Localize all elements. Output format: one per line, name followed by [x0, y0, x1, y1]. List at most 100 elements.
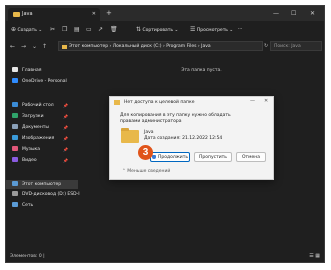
sidebar-item-label: Этот компьютер [22, 181, 62, 187]
sidebar-item-pictures[interactable]: Изображения [12, 135, 54, 143]
address-row: ← → ⌄ ↑ Этот компьютер › Локальный диск … [6, 39, 324, 54]
rename-icon[interactable]: ▭ [86, 25, 92, 34]
pin-icon: 📌 [63, 158, 68, 163]
dvd-icon [12, 191, 18, 196]
continue-button[interactable]: Продолжить [150, 152, 190, 162]
folder-date: Дата создания: 21.12.2022 12:54 [144, 136, 223, 141]
music-icon [12, 146, 18, 151]
sidebar-item-home[interactable]: Главная [12, 67, 41, 75]
tiles-view-icon[interactable]: ▦ [315, 253, 320, 259]
pin-icon: 📌 [63, 136, 68, 141]
continue-label: Продолжить [158, 155, 188, 160]
dialog-close-button[interactable]: ✕ [264, 98, 268, 104]
sidebar-item-label: Документы [22, 125, 49, 130]
view-button[interactable]: ☰ Просмотреть ⌄ [190, 25, 233, 34]
close-button[interactable]: ✕ [310, 6, 315, 21]
skip-button[interactable]: Пропустить [194, 152, 232, 162]
folder-icon [114, 100, 120, 105]
paste-icon[interactable]: ▤ [74, 25, 80, 34]
downloads-icon [12, 113, 18, 118]
empty-folder-text: Эта папка пуста. [181, 68, 222, 73]
sidebar-item-network[interactable]: Сеть [12, 202, 33, 210]
sidebar-item-label: Изображения [22, 136, 55, 141]
delete-icon[interactable]: 🗑 [110, 25, 118, 34]
folder-icon [13, 12, 20, 17]
maximize-button[interactable]: ☐ [291, 6, 296, 21]
details-label: Меньше сведений [127, 169, 171, 174]
tab-close-icon[interactable]: ✕ [92, 8, 96, 21]
sidebar-item-music[interactable]: Музыка [12, 146, 40, 154]
more-options-button[interactable]: ··· [238, 25, 242, 34]
folder-info: Java Дата создания: 21.12.2022 12:54 [144, 130, 222, 142]
navigation-pane: Главная OneDrive - Personal Рабочий стол… [6, 56, 80, 252]
view-switcher: ☰ ▦ [309, 253, 320, 259]
dialog-minimize-button[interactable]: — [250, 98, 255, 104]
onedrive-icon [12, 78, 18, 83]
create-label: Создать [17, 28, 37, 33]
folder-icon [121, 128, 139, 143]
pin-icon: 📌 [63, 114, 68, 119]
sidebar-item-videos[interactable]: Видео [12, 157, 37, 165]
status-divider: | [43, 254, 45, 259]
view-icon: ☰ [190, 26, 196, 33]
address-bar[interactable]: Этот компьютер › Локальный диск (C:) › P… [58, 41, 263, 51]
view-label: Просмотреть [196, 28, 228, 33]
step-number-badge: 3 [138, 145, 153, 160]
documents-icon [12, 124, 18, 129]
sidebar-item-this-pc[interactable]: Этот компьютер [12, 180, 62, 189]
sort-button[interactable]: ⇅ Сортировать ⌄ [136, 25, 178, 34]
sort-label: Сортировать [142, 28, 174, 33]
search-placeholder: Поиск: Java [274, 44, 301, 49]
up-arrow-icon[interactable]: ↑ [42, 42, 47, 51]
create-button[interactable]: ⊕ Создать ⌄ [11, 25, 42, 34]
share-icon[interactable]: ↗ [98, 25, 103, 34]
folder-icon [62, 45, 67, 49]
computer-icon [12, 180, 18, 186]
cut-icon[interactable]: ✂ [50, 25, 55, 34]
sidebar-item-label: DVD-дисковод (D:) ESD-I [22, 192, 80, 197]
sidebar-item-desktop[interactable]: Рабочий стол [12, 102, 54, 110]
sidebar-item-label: Загрузки [22, 114, 44, 119]
pin-icon: 📌 [63, 147, 68, 152]
dialog-title: Нет доступа к целевой папке [124, 100, 195, 105]
sidebar-item-onedrive[interactable]: OneDrive - Personal [12, 78, 67, 86]
sidebar-item-label: Музыка [22, 147, 40, 152]
dialog-message: Для копирования в эту папку нужно облада… [120, 113, 231, 124]
breadcrumb: Этот компьютер › Локальный диск (C:) › P… [69, 44, 211, 49]
search-input[interactable]: Поиск: Java [270, 41, 322, 51]
details-view-icon[interactable]: ☰ [309, 253, 313, 259]
copy-icon[interactable]: ❐ [62, 25, 67, 34]
sidebar-item-dvd[interactable]: DVD-дисковод (D:) ESD-I [12, 191, 80, 199]
cancel-button[interactable]: Отмена [236, 152, 266, 162]
tab-label: Java [22, 11, 33, 17]
chevron-up-icon: ⌃ [122, 169, 126, 174]
sidebar-item-downloads[interactable]: Загрузки [12, 113, 44, 121]
command-bar: ⊕ Создать ⌄ ✂ ❐ ▤ ▭ ↗ 🗑 ⇅ Сортировать ⌄ … [6, 21, 324, 38]
desktop-icon [12, 102, 18, 107]
shield-icon [152, 154, 156, 159]
home-icon [12, 67, 18, 72]
forward-arrow-icon[interactable]: → [21, 42, 26, 51]
minimize-button[interactable]: — [273, 6, 279, 21]
sidebar-item-documents[interactable]: Документы [12, 124, 49, 132]
sidebar-item-label: Главная [22, 68, 42, 73]
pin-icon: 📌 [63, 125, 68, 130]
sort-icon: ⇅ [136, 26, 142, 33]
back-arrow-icon[interactable]: ← [10, 42, 15, 51]
title-bar: Java ✕ + — ☐ ✕ [6, 6, 324, 21]
less-details-toggle[interactable]: ⌃ Меньше сведений [122, 169, 170, 174]
recent-chevron-icon[interactable]: ⌄ [32, 42, 37, 51]
pictures-icon [12, 135, 18, 140]
videos-icon [12, 157, 18, 162]
plus-circle-icon: ⊕ [11, 26, 17, 33]
refresh-icon[interactable]: ↻ [264, 42, 268, 51]
status-bar: Элементов: 0 | [10, 254, 45, 259]
new-tab-button[interactable]: + [106, 7, 112, 20]
tab-java[interactable]: Java ✕ [8, 8, 100, 21]
pin-icon: 📌 [63, 103, 68, 108]
sidebar-item-label: Рабочий стол [22, 103, 54, 108]
network-icon [12, 202, 18, 207]
sidebar-item-label: OneDrive - Personal [22, 79, 67, 84]
chevron-down-icon: ⌄ [38, 28, 43, 33]
chevron-down-icon: ⌄ [174, 28, 179, 33]
